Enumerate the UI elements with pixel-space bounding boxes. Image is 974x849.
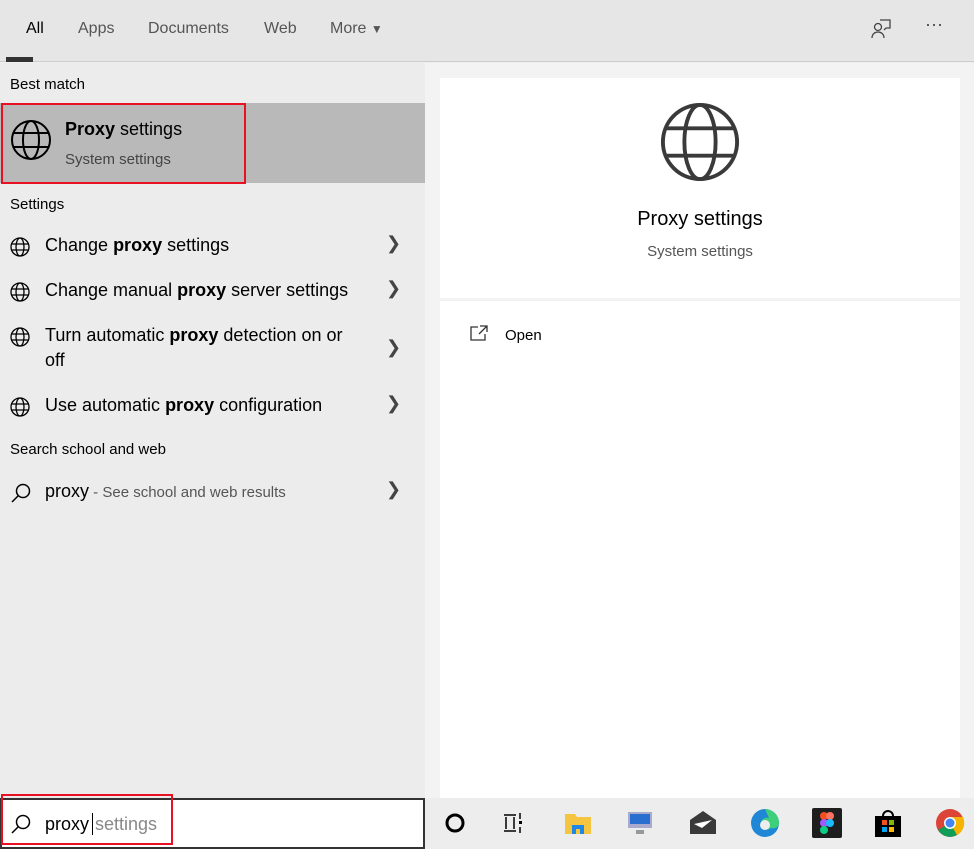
settings-item-label: Change manual proxy server settings xyxy=(45,280,349,300)
taskbar: proxy settings xyxy=(0,794,974,849)
globe-icon xyxy=(10,237,30,257)
settings-item-label: Change proxy settings xyxy=(45,235,230,255)
preview-title: Proxy settings xyxy=(637,208,763,230)
web-heading: Search school and web xyxy=(10,441,166,458)
highlight-box xyxy=(1,103,246,184)
search-icon xyxy=(11,483,31,503)
settings-heading: Settings xyxy=(10,196,65,213)
preview-panel: Proxy settings System settings Open xyxy=(425,63,974,798)
best-match-heading: Best match xyxy=(10,76,86,93)
actions-card: Open xyxy=(440,301,960,798)
web-search-item[interactable]: proxy - See school and web results ❯ xyxy=(0,479,425,509)
tab-apps[interactable]: Apps xyxy=(78,20,114,38)
tab-all[interactable]: All xyxy=(26,20,44,38)
preview-card: Proxy settings System settings xyxy=(440,78,960,298)
open-icon xyxy=(470,325,488,341)
highlight-box xyxy=(1,794,173,845)
search-filter-bar: All Apps Documents Web More ▼ ··· xyxy=(0,0,974,62)
preview-subtitle: System settings xyxy=(647,243,753,260)
chevron-right-icon: ❯ xyxy=(386,337,402,357)
open-label: Open xyxy=(505,327,542,344)
settings-item[interactable]: Turn automatic proxy detection on or off… xyxy=(0,323,425,378)
web-search-label: proxy - See school and web results xyxy=(45,481,286,501)
tab-web[interactable]: Web xyxy=(264,20,297,38)
tab-more-label: More xyxy=(330,20,367,37)
chevron-right-icon: ❯ xyxy=(386,393,402,413)
tab-documents[interactable]: Documents xyxy=(148,20,229,38)
more-options-icon[interactable]: ··· xyxy=(925,14,943,35)
feedback-icon[interactable] xyxy=(870,18,892,45)
settings-item[interactable]: Change manual proxy server settings ❯ xyxy=(0,278,425,308)
cortana-icon[interactable] xyxy=(440,808,470,838)
chevron-right-icon: ❯ xyxy=(386,278,402,298)
edge-icon[interactable] xyxy=(750,808,780,838)
results-panel: Best match Proxy settings System setting… xyxy=(0,63,425,798)
chevron-right-icon: ❯ xyxy=(386,479,402,499)
caret-down-icon: ▼ xyxy=(370,22,383,36)
figma-icon[interactable] xyxy=(812,808,842,838)
settings-item-label: Use automatic proxy configuration xyxy=(45,395,323,415)
active-tab-indicator xyxy=(6,57,33,62)
tab-more[interactable]: More ▼ xyxy=(330,20,383,38)
mail-icon[interactable] xyxy=(688,808,718,838)
chrome-icon[interactable] xyxy=(935,808,965,838)
file-explorer-icon[interactable] xyxy=(563,808,593,838)
open-button[interactable]: Open xyxy=(455,323,655,349)
globe-icon xyxy=(10,397,30,417)
remote-desktop-icon[interactable] xyxy=(625,808,655,838)
settings-item-label: Turn automatic proxy detection on or off xyxy=(45,325,343,370)
globe-icon xyxy=(10,327,30,347)
store-icon[interactable] xyxy=(873,808,903,838)
task-view-icon[interactable] xyxy=(500,808,530,838)
chevron-right-icon: ❯ xyxy=(386,233,402,253)
globe-icon xyxy=(10,282,30,302)
settings-item[interactable]: Change proxy settings ❯ xyxy=(0,233,425,263)
globe-icon xyxy=(660,102,740,182)
settings-item[interactable]: Use automatic proxy configuration ❯ xyxy=(0,393,425,423)
